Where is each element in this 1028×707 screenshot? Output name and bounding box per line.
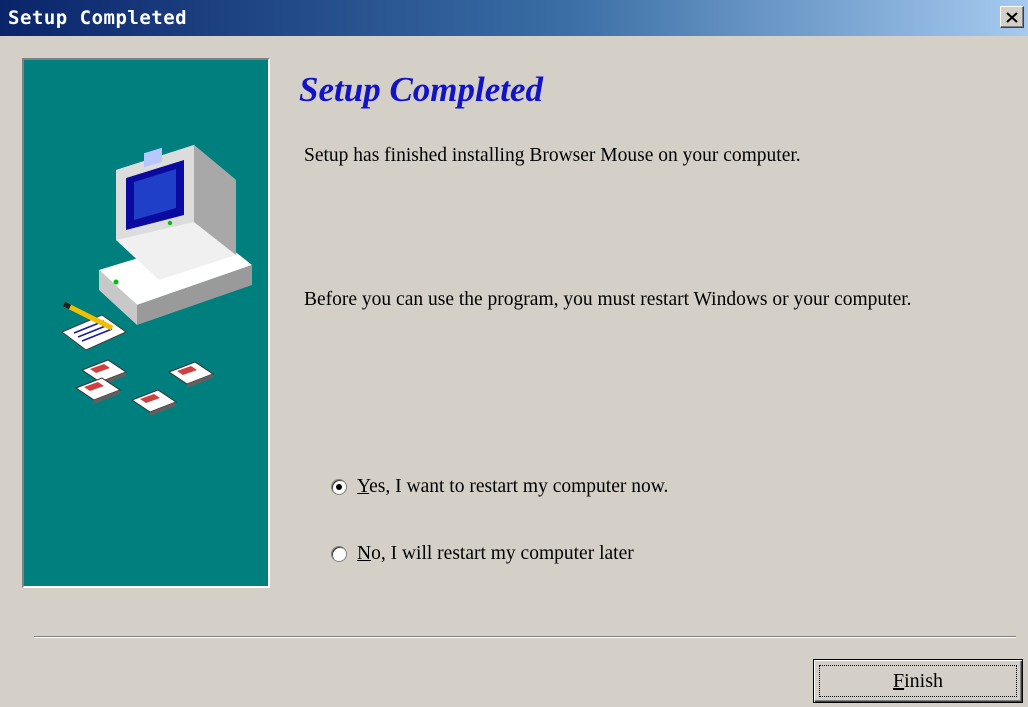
page-heading: Setup Completed bbox=[299, 70, 544, 109]
restart-now-option[interactable]: Yes, I want to restart my computer now. bbox=[331, 476, 668, 498]
finished-message: Setup has finished installing Browser Mo… bbox=[304, 145, 801, 166]
restart-later-option[interactable]: No, I will restart my computer later bbox=[331, 543, 634, 565]
divider bbox=[34, 636, 1016, 638]
notepad-icon bbox=[61, 301, 128, 351]
title-bar: Setup Completed bbox=[0, 0, 1028, 36]
finish-button[interactable]: Finish bbox=[813, 659, 1023, 703]
restart-now-radio[interactable] bbox=[331, 479, 347, 495]
restart-message: Before you can use the program, you must… bbox=[304, 289, 912, 310]
focus-rectangle bbox=[819, 665, 1017, 697]
floppy-disk-icon bbox=[74, 359, 215, 416]
restart-later-label: No, I will restart my computer later bbox=[357, 543, 634, 564]
computer-icon bbox=[99, 145, 252, 325]
close-button[interactable] bbox=[1000, 6, 1024, 28]
window-title: Setup Completed bbox=[8, 7, 188, 29]
restart-later-radio[interactable] bbox=[331, 546, 347, 562]
restart-now-label: Yes, I want to restart my computer now. bbox=[357, 476, 669, 497]
setup-illustration-panel bbox=[22, 58, 270, 588]
close-icon bbox=[1006, 11, 1018, 23]
